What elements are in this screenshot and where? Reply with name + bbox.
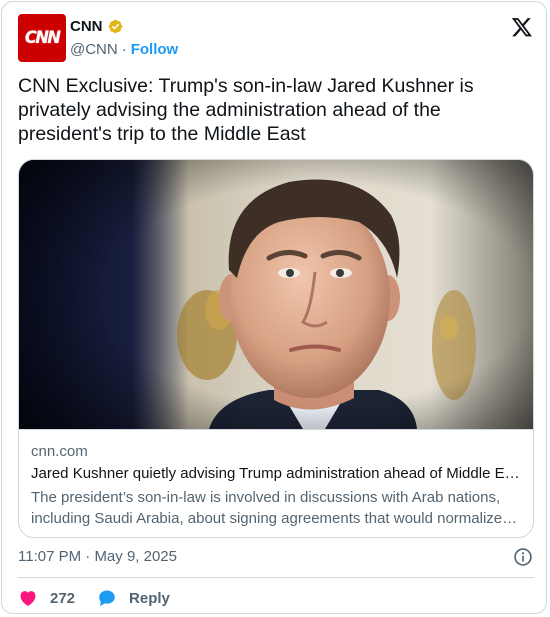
author-handle[interactable]: @CNN bbox=[70, 41, 118, 58]
reply-label: Reply bbox=[129, 589, 170, 607]
actions-divider bbox=[18, 577, 534, 578]
article-description: The president’s son-in-law is involved i… bbox=[31, 489, 503, 527]
article-title: Jared Kushner quietly advising Trump adm… bbox=[31, 465, 523, 482]
embedded-post-card: CNN CNN @CNN · Follow CNN Exclusive: Tru… bbox=[1, 1, 547, 614]
post-timestamp[interactable]: 11:07 PM · May 9, 2025 bbox=[18, 548, 177, 565]
like-button[interactable]: 272 bbox=[18, 588, 75, 608]
cnn-avatar[interactable]: CNN bbox=[18, 14, 66, 62]
separator-dot: · bbox=[121, 41, 127, 58]
author-name-row: CNN bbox=[70, 18, 124, 35]
avatar-logo-text: CNN bbox=[24, 28, 61, 48]
post-actions: 272 Reply bbox=[18, 585, 170, 611]
post-text: CNN Exclusive: Trump's son-in-law Jared … bbox=[18, 75, 474, 145]
post-date: May 9, 2025 bbox=[94, 548, 177, 565]
info-icon[interactable] bbox=[513, 547, 533, 567]
reply-bubble-icon bbox=[99, 590, 115, 606]
author-display-name[interactable]: CNN bbox=[70, 18, 103, 35]
article-domain: cnn.com bbox=[31, 443, 88, 460]
timestamp-separator: · bbox=[85, 548, 91, 565]
like-count: 272 bbox=[50, 589, 76, 607]
article-photo bbox=[19, 160, 533, 429]
verified-badge-icon bbox=[108, 19, 122, 34]
follow-button[interactable]: Follow bbox=[131, 41, 179, 58]
post-time: 11:07 PM bbox=[18, 548, 82, 565]
reply-button[interactable]: Reply bbox=[97, 588, 170, 608]
x-logo-icon[interactable] bbox=[511, 16, 533, 38]
article-card-meta: cnn.com Jared Kushner quietly advising T… bbox=[19, 429, 533, 537]
article-link-card[interactable]: cnn.com Jared Kushner quietly advising T… bbox=[18, 159, 534, 538]
heart-icon bbox=[20, 591, 36, 606]
author-handle-row: @CNN · Follow bbox=[70, 41, 178, 58]
